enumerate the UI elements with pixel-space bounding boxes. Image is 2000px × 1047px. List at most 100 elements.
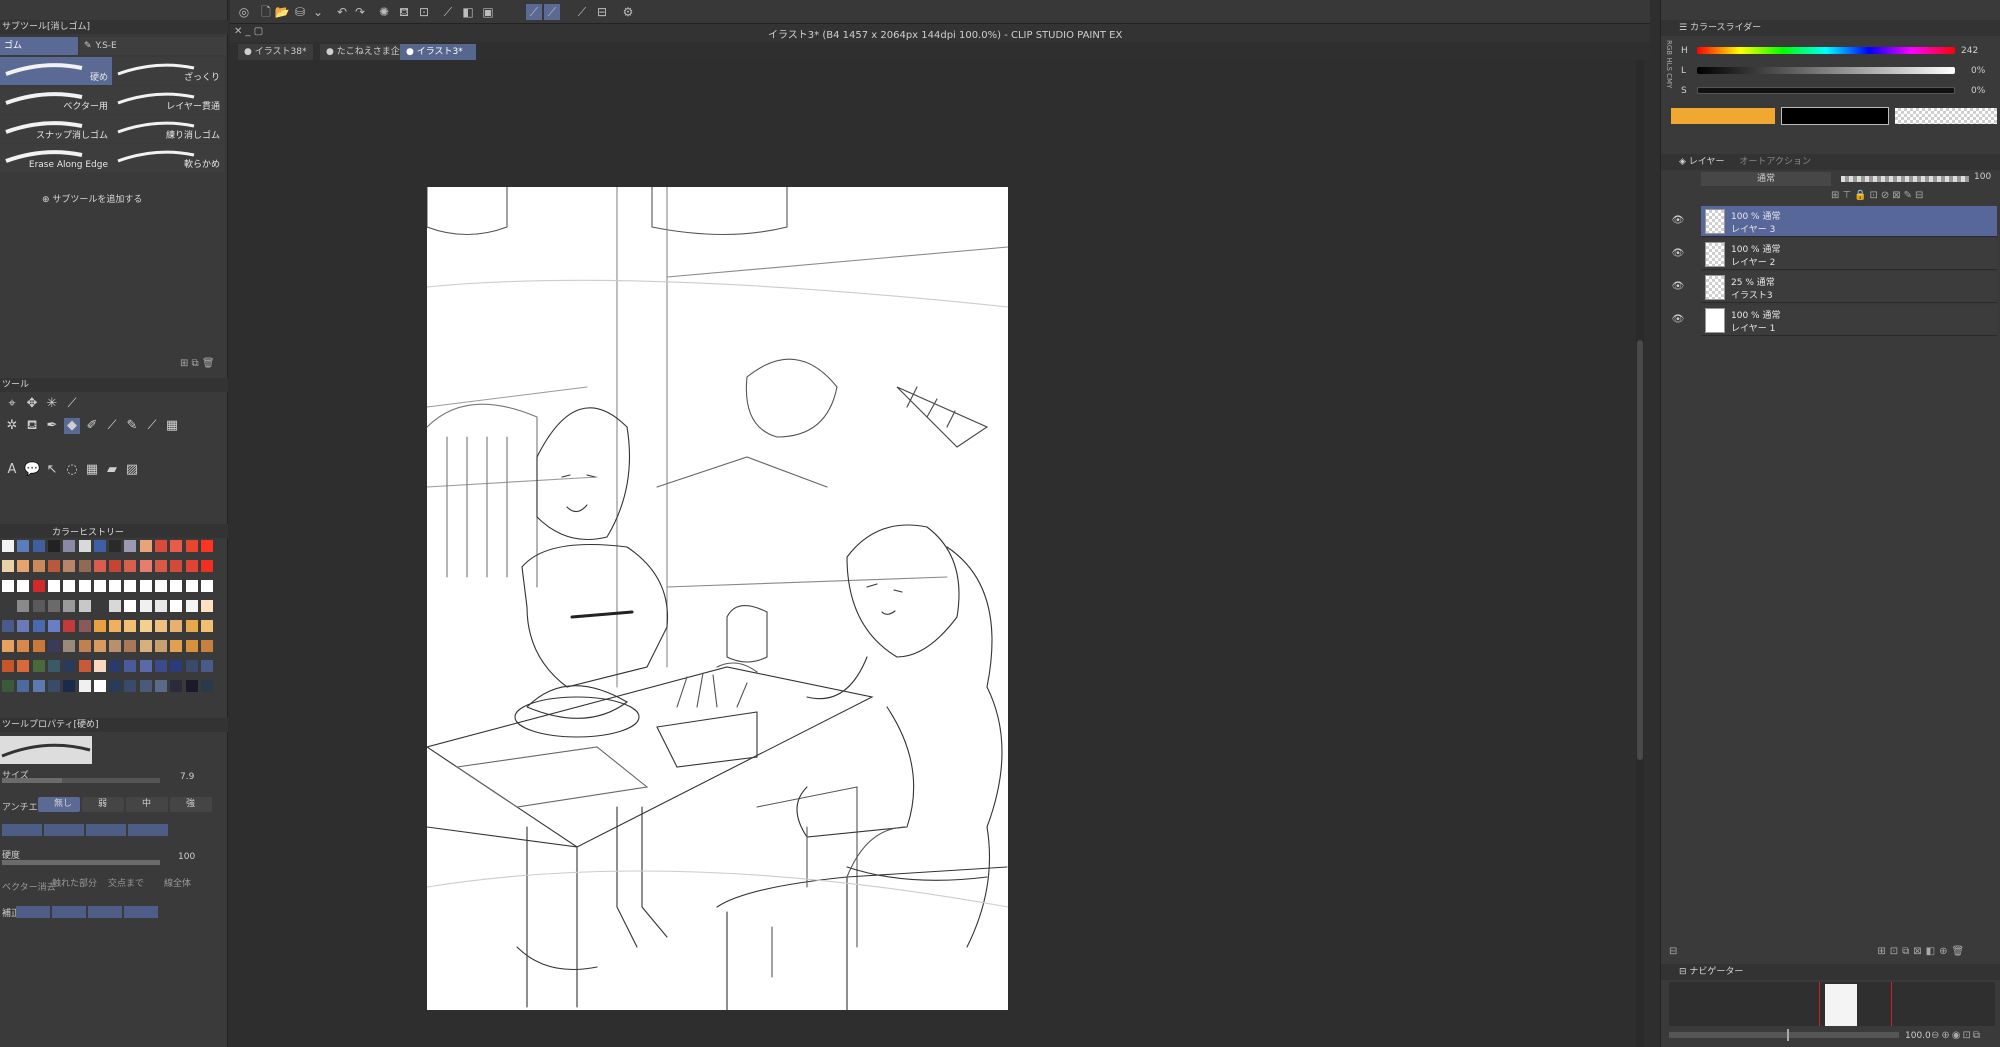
- dropper-icon[interactable]: ⟋: [144, 418, 160, 434]
- color-history-swatch[interactable]: [93, 540, 106, 552]
- color-history-swatch[interactable]: [155, 580, 167, 592]
- subtool-brush-5[interactable]: 練り消しゴム: [112, 115, 224, 143]
- blend-mode-select[interactable]: 通常: [1701, 172, 1831, 186]
- color-history-swatch[interactable]: [155, 640, 167, 652]
- layer-icon[interactable]: ◧: [460, 4, 476, 20]
- color-history-swatch[interactable]: [109, 620, 122, 632]
- navigator-title[interactable]: ナビゲーター: [1689, 967, 1743, 977]
- color-history-swatch[interactable]: [78, 640, 91, 652]
- hue-slider[interactable]: [1697, 47, 1955, 54]
- color-history-swatch[interactable]: [32, 580, 45, 592]
- navigator-preview[interactable]: [1669, 982, 1995, 1026]
- color-history-swatch[interactable]: [155, 660, 167, 672]
- subtool-brush-4[interactable]: スナップ消しゴム: [0, 115, 112, 143]
- color-history-swatch[interactable]: [2, 560, 14, 572]
- color-history-swatch[interactable]: [93, 660, 106, 672]
- antialias-option-0[interactable]: 無し: [38, 797, 80, 812]
- color-history-swatch[interactable]: [109, 660, 122, 672]
- color-history-swatch[interactable]: [2, 540, 14, 552]
- color-history-swatch[interactable]: [17, 580, 30, 592]
- color-history-swatch[interactable]: [200, 540, 213, 552]
- color-history-swatch[interactable]: [93, 620, 106, 632]
- layer-row[interactable]: 100 % 通常 レイヤー 3: [1701, 206, 1997, 237]
- color-history-swatch[interactable]: [17, 560, 30, 572]
- fill-icon[interactable]: ⛾: [396, 4, 412, 20]
- brush-icon[interactable]: ✎: [124, 418, 140, 434]
- spinner-icon[interactable]: ✺: [376, 4, 392, 20]
- color-history-swatch[interactable]: [32, 680, 45, 692]
- subtool-brush-0[interactable]: 硬め: [0, 57, 112, 85]
- color-history-swatch[interactable]: [17, 680, 30, 692]
- color-history-swatch[interactable]: [200, 680, 213, 692]
- color-history-swatch[interactable]: [32, 640, 45, 652]
- color-history-swatch[interactable]: [78, 660, 91, 672]
- color-history-swatch[interactable]: [170, 640, 183, 652]
- color-history-swatch[interactable]: [2, 660, 14, 672]
- navigator-zoom-value[interactable]: 100.0: [1905, 1031, 1931, 1041]
- color-history-swatch[interactable]: [32, 600, 45, 612]
- pen-icon[interactable]: ✒: [44, 418, 60, 434]
- color-history-swatch[interactable]: [200, 640, 213, 652]
- eyedropper-icon[interactable]: ⟋: [64, 396, 80, 412]
- add-subtool-button[interactable]: ⊕ サブツールを追加する: [42, 192, 142, 205]
- color-history-swatch[interactable]: [139, 620, 152, 632]
- operation-icon[interactable]: ↖: [44, 462, 60, 478]
- color-history-swatch[interactable]: [78, 600, 91, 612]
- color-slider-title[interactable]: カラースライダー: [1690, 23, 1761, 33]
- color-history-swatch[interactable]: [124, 680, 137, 692]
- settings-icon[interactable]: ⚙: [620, 4, 636, 20]
- select-icon[interactable]: ⌖: [4, 396, 20, 412]
- subtool-brush-6[interactable]: Erase Along Edge: [0, 144, 112, 172]
- color-history-swatch[interactable]: [63, 540, 76, 552]
- wand-icon[interactable]: ✳: [44, 396, 60, 412]
- color-history-swatch[interactable]: [139, 660, 152, 672]
- antialias-option-3[interactable]: 強: [170, 797, 212, 812]
- color-history-swatch[interactable]: [170, 540, 183, 552]
- color-history-swatch[interactable]: [124, 540, 137, 552]
- balloon-icon[interactable]: 💬: [24, 462, 40, 478]
- pencil-icon[interactable]: ✐: [84, 418, 100, 434]
- color-history-swatch[interactable]: [78, 580, 91, 592]
- color-history-swatch[interactable]: [63, 640, 76, 652]
- transform-icon[interactable]: ⟋: [440, 4, 456, 20]
- ruler-icon[interactable]: ▦: [84, 462, 100, 478]
- ruler-snap-icon[interactable]: ⟋: [526, 4, 542, 20]
- gradient-icon[interactable]: ▰: [104, 462, 120, 478]
- antialias-option-1[interactable]: 弱: [82, 797, 124, 812]
- layer-tab[interactable]: レイヤー: [1689, 157, 1725, 167]
- color-history-swatch[interactable]: [63, 680, 76, 692]
- open-icon[interactable]: 📂: [274, 4, 290, 20]
- color-history-swatch[interactable]: [47, 660, 60, 672]
- layer-tool-icons[interactable]: ⊞⊤🔒⊡⊘⊠✎⊟: [1831, 190, 1926, 201]
- text-icon[interactable]: A: [4, 462, 20, 478]
- layer-opacity-slider[interactable]: [1841, 176, 1969, 182]
- color-history-swatch[interactable]: [155, 620, 167, 632]
- h-value[interactable]: 242: [1961, 46, 1978, 56]
- layer-opacity-value[interactable]: 100: [1974, 172, 1991, 182]
- canvas-vertical-scrollbar[interactable]: [1636, 60, 1644, 1047]
- doc-tab-1[interactable]: ● イラスト38*: [238, 44, 313, 60]
- layer-visibility-icon[interactable]: 👁: [1671, 280, 1685, 294]
- color-history-tab[interactable]: カラーヒストリー: [52, 525, 124, 538]
- l-value[interactable]: 0%: [1971, 66, 1985, 76]
- color-history-swatch[interactable]: [2, 600, 14, 612]
- color-history-swatch[interactable]: [109, 640, 122, 652]
- crop-icon[interactable]: ⊡: [416, 4, 432, 20]
- subtool-tab-yse[interactable]: ✎ Y.S-E: [80, 37, 226, 55]
- subtool-brush-7[interactable]: 軟らかめ: [112, 144, 224, 172]
- scroll-thumb[interactable]: [1637, 340, 1643, 760]
- color-history-swatch[interactable]: [185, 620, 198, 632]
- color-history-swatch[interactable]: [109, 680, 122, 692]
- color-history-swatch[interactable]: [139, 560, 152, 572]
- color-history-swatch[interactable]: [200, 560, 213, 572]
- color-history-swatch[interactable]: [93, 680, 106, 692]
- antialias-option-2[interactable]: 中: [126, 797, 168, 812]
- color-history-swatch[interactable]: [155, 540, 167, 552]
- color-history-swatch[interactable]: [93, 600, 106, 612]
- color-history-swatch[interactable]: [93, 560, 106, 572]
- color-history-swatch[interactable]: [200, 580, 213, 592]
- color-history-swatch[interactable]: [47, 680, 60, 692]
- clip-icon[interactable]: ◎: [236, 4, 252, 20]
- color-history-swatch[interactable]: [2, 680, 14, 692]
- snap-icon[interactable]: ⟋: [544, 4, 560, 20]
